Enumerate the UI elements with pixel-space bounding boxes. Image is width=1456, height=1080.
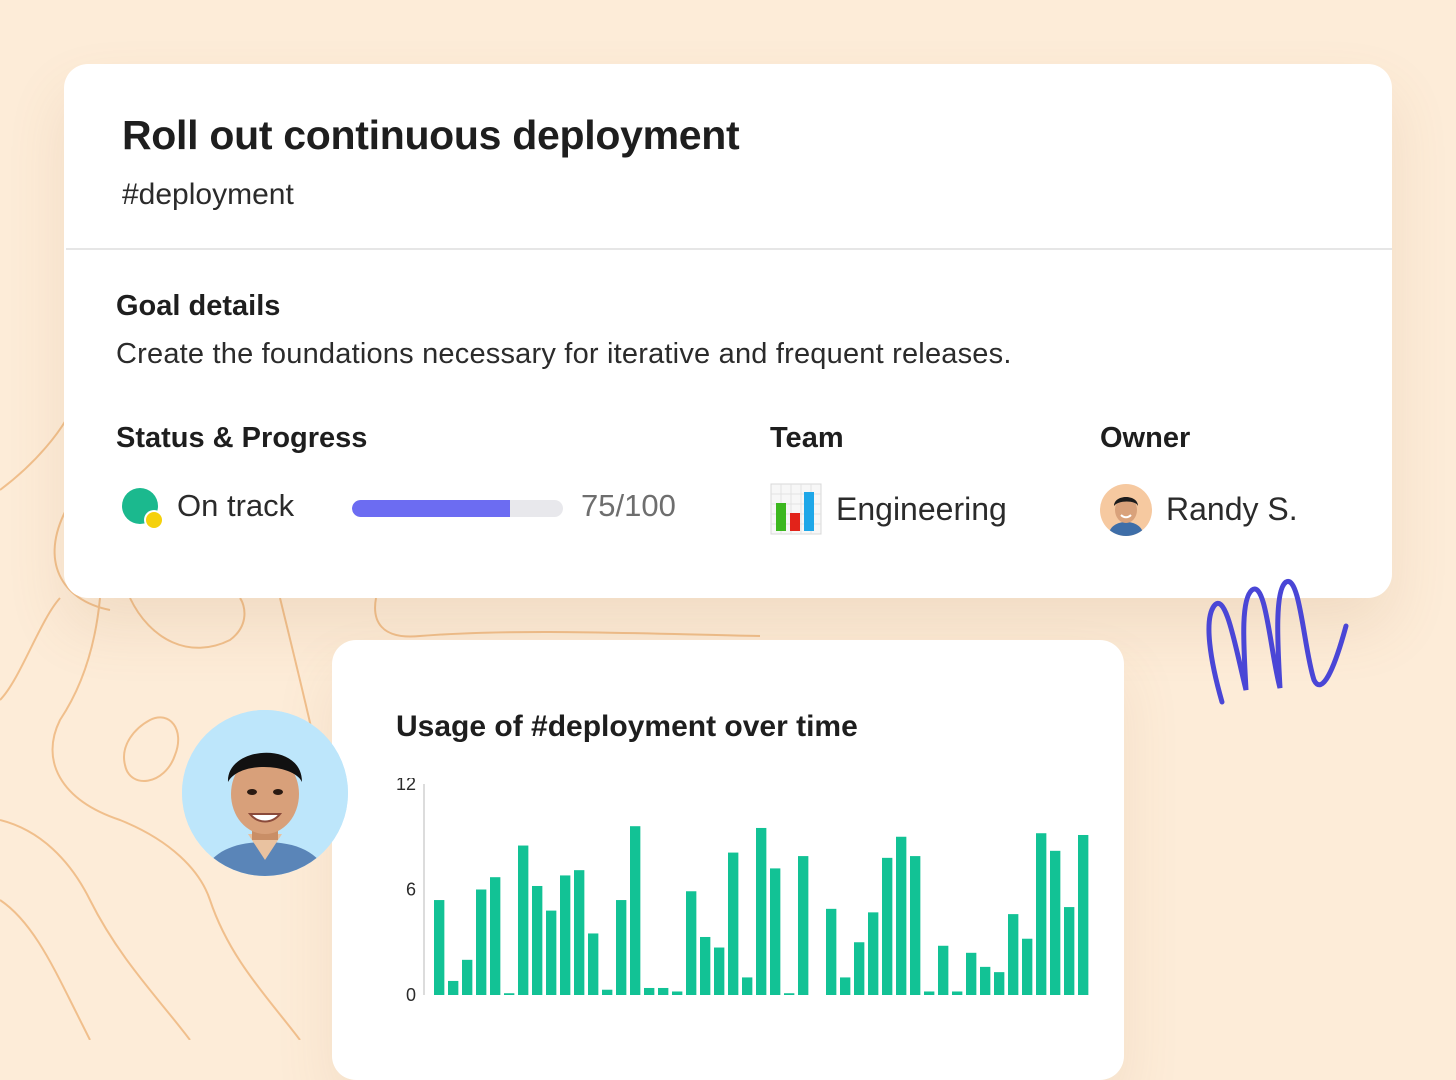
usage-bar <box>854 942 865 995</box>
usage-bar <box>504 993 515 995</box>
usage-bar <box>686 891 697 995</box>
usage-bar <box>1050 850 1061 995</box>
progress-value: 75/100 <box>581 488 676 523</box>
user-avatar-large <box>182 710 348 876</box>
usage-bar <box>868 912 879 995</box>
usage-bar <box>1078 834 1089 995</box>
usage-bar <box>798 856 809 995</box>
status-on-track-icon <box>122 488 164 530</box>
usage-bar <box>840 977 851 995</box>
usage-bar <box>938 945 949 995</box>
usage-bar <box>826 908 837 995</box>
usage-bar <box>1008 914 1019 995</box>
usage-bar <box>518 845 529 995</box>
usage-bar <box>574 870 585 995</box>
owner-heading: Owner <box>1100 422 1191 454</box>
team-heading: Team <box>770 422 844 454</box>
usage-bar <box>924 991 935 995</box>
usage-bar <box>532 885 543 995</box>
team-name[interactable]: Engineering <box>836 491 1007 528</box>
usage-card: Usage of #deployment over time 0 6 12 <box>332 640 1124 1080</box>
usage-bar <box>728 852 739 995</box>
usage-bar <box>756 827 767 995</box>
divider <box>66 248 1392 250</box>
usage-bar <box>952 991 963 995</box>
usage-bar <box>910 856 921 995</box>
usage-bar <box>546 910 557 995</box>
owner-name[interactable]: Randy S. <box>1166 491 1298 528</box>
bar-chart-emoji-icon <box>770 483 822 535</box>
goal-card: Roll out continuous deployment #deployme… <box>64 64 1392 598</box>
usage-bar <box>742 977 753 995</box>
usage-bar <box>1036 833 1047 995</box>
goal-description: Create the foundations necessary for ite… <box>116 338 1012 370</box>
usage-bar <box>658 987 669 995</box>
usage-bar <box>966 952 977 995</box>
usage-bar <box>490 877 501 995</box>
usage-bar <box>602 989 613 995</box>
goal-tag[interactable]: #deployment <box>122 178 294 212</box>
progress-fill <box>352 500 511 517</box>
usage-bar-chart: 0 6 12 <box>396 778 1089 1005</box>
usage-bar <box>882 857 893 995</box>
usage-bar <box>476 889 487 995</box>
status-label[interactable]: On track <box>177 488 294 524</box>
usage-bar <box>700 936 711 995</box>
usage-bar <box>644 987 655 995</box>
usage-bar <box>630 826 641 995</box>
goal-details-heading: Goal details <box>116 290 281 322</box>
y-tick-label: 12 <box>396 778 416 794</box>
goal-title: Roll out continuous deployment <box>122 112 740 158</box>
usage-bar <box>672 991 683 995</box>
usage-bar <box>560 875 571 995</box>
status-progress-heading: Status & Progress <box>116 422 368 454</box>
usage-bar <box>616 900 627 995</box>
usage-bar <box>994 972 1005 995</box>
usage-bar <box>896 836 907 995</box>
y-tick-label: 0 <box>406 985 416 1005</box>
squiggle-decoration <box>1206 579 1349 705</box>
usage-chart-title: Usage of #deployment over time <box>396 710 858 743</box>
progress-bar <box>352 500 563 517</box>
usage-bar <box>770 868 781 995</box>
usage-bar <box>714 947 725 995</box>
usage-bar <box>462 959 473 995</box>
usage-bar <box>980 966 991 995</box>
owner-avatar[interactable] <box>1100 484 1152 536</box>
usage-bar <box>434 900 445 995</box>
usage-bar <box>448 980 459 995</box>
usage-bar <box>1022 938 1033 995</box>
y-tick-label: 6 <box>406 880 416 900</box>
usage-bar <box>784 993 795 995</box>
usage-bar <box>588 933 599 995</box>
usage-bar <box>1064 907 1075 995</box>
